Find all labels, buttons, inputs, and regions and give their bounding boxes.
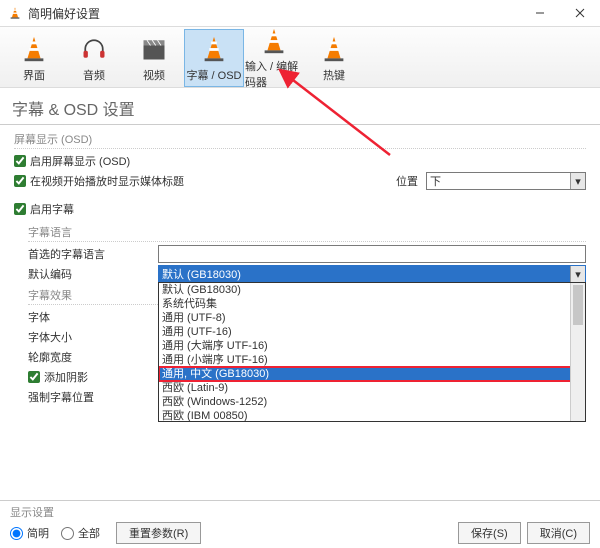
toolbar: 界面 音频 视频 字幕 / OSD 输入 / 编解码器 热键 — [0, 26, 600, 88]
preferred-lang-label: 首选的字幕语言 — [28, 246, 158, 262]
reset-button[interactable]: 重置参数(R) — [116, 522, 201, 544]
preferred-lang-input[interactable] — [158, 245, 586, 263]
force-position-label: 强制字幕位置 — [28, 389, 158, 405]
encoding-option[interactable]: 西欧 (Latin-9) — [159, 381, 585, 395]
tab-label: 字幕 / OSD — [186, 67, 241, 83]
tab-label: 音频 — [83, 67, 105, 83]
tab-audio[interactable]: 音频 — [64, 29, 124, 87]
footer: 显示设置 简明 全部 重置参数(R) 保存(S) 取消(C) — [0, 500, 600, 548]
enable-subtitles-label: 启用字幕 — [30, 201, 74, 217]
cone-icon — [318, 33, 350, 65]
tab-subtitles-osd[interactable]: 字幕 / OSD — [184, 29, 244, 87]
encoding-label: 默认编码 — [28, 266, 158, 282]
position-combo[interactable]: 下 ▾ — [426, 172, 586, 190]
section-title: 字幕 & OSD 设置 — [0, 88, 600, 125]
cone-icon — [18, 33, 50, 65]
titlebar: 简明偏好设置 — [0, 0, 600, 26]
add-shadow-checkbox[interactable] — [28, 371, 40, 383]
add-shadow-label: 添加阴影 — [44, 369, 88, 385]
tab-label: 热键 — [323, 67, 345, 83]
encoding-option[interactable]: 通用 (大端序 UTF-16) — [159, 339, 585, 353]
encoding-combo[interactable]: 默认 (GB18030) ▾ 默认 (GB18030)系统代码集通用 (UTF-… — [158, 265, 586, 283]
tab-input-codecs[interactable]: 输入 / 编解码器 — [244, 29, 304, 87]
save-button[interactable]: 保存(S) — [458, 522, 521, 544]
tab-label: 界面 — [23, 67, 45, 83]
chevron-down-icon: ▾ — [570, 266, 585, 282]
font-size-label: 字体大小 — [28, 329, 158, 345]
encoding-option[interactable]: 通用 (小端序 UTF-16) — [159, 353, 585, 367]
position-value: 下 — [427, 173, 570, 189]
headphones-icon — [78, 33, 110, 65]
encoding-option[interactable]: 西欧 (Windows-1252) — [159, 395, 585, 409]
simple-radio[interactable] — [10, 527, 23, 540]
tab-label: 视频 — [143, 67, 165, 83]
tab-hotkeys[interactable]: 热键 — [304, 29, 364, 87]
font-label: 字体 — [28, 309, 158, 325]
encoding-option[interactable]: 西欧 (IBM 00850) — [159, 409, 585, 422]
encoding-option[interactable]: 通用, 中文 (GB18030) — [159, 367, 585, 381]
window-title: 简明偏好设置 — [28, 5, 520, 22]
cancel-button[interactable]: 取消(C) — [527, 522, 590, 544]
show-media-title-checkbox[interactable] — [14, 175, 26, 187]
chevron-down-icon: ▾ — [570, 173, 585, 189]
encoding-option[interactable]: 通用 (UTF-16) — [159, 325, 585, 339]
enable-subtitles-checkbox[interactable] — [14, 203, 26, 215]
tab-label: 输入 / 编解码器 — [245, 58, 303, 90]
encoding-dropdown[interactable]: 默认 (GB18030)系统代码集通用 (UTF-8)通用 (UTF-16)通用… — [158, 282, 586, 422]
encoding-selected: 默认 (GB18030) — [159, 266, 570, 282]
minimize-button[interactable] — [520, 0, 560, 26]
scrollbar[interactable] — [570, 283, 585, 421]
enable-osd-label: 启用屏幕显示 (OSD) — [30, 153, 130, 169]
app-icon — [8, 6, 22, 20]
subtitle-lang-group: 字幕语言 — [28, 224, 586, 242]
close-button[interactable] — [560, 0, 600, 26]
outline-label: 轮廓宽度 — [28, 349, 158, 365]
clapperboard-icon — [138, 33, 170, 65]
show-media-title-label: 在视频开始播放时显示媒体标题 — [30, 173, 184, 189]
all-radio[interactable] — [61, 527, 74, 540]
encoding-option[interactable]: 通用 (UTF-8) — [159, 311, 585, 325]
display-settings-label: 显示设置 — [10, 504, 452, 520]
encoding-option[interactable]: 默认 (GB18030) — [159, 283, 585, 297]
all-label: 全部 — [78, 525, 100, 541]
content-area: 屏幕显示 (OSD) 启用屏幕显示 (OSD) 在视频开始播放时显示媒体标题 位… — [0, 131, 600, 406]
cone-icon — [258, 26, 290, 56]
tab-video[interactable]: 视频 — [124, 29, 184, 87]
encoding-option[interactable]: 系统代码集 — [159, 297, 585, 311]
cone-icon — [198, 33, 230, 65]
tab-interface[interactable]: 界面 — [4, 29, 64, 87]
enable-osd-checkbox[interactable] — [14, 155, 26, 167]
osd-group-title: 屏幕显示 (OSD) — [14, 131, 586, 149]
position-label: 位置 — [396, 173, 418, 189]
window-controls — [520, 0, 600, 26]
simple-label: 简明 — [27, 525, 49, 541]
